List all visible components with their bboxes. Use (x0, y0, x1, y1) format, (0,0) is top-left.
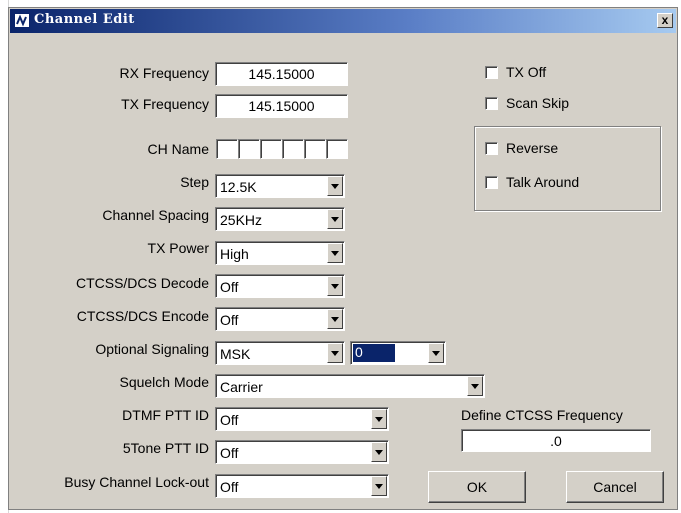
cancel-button[interactable]: Cancel (566, 471, 664, 503)
ch-name-char-3[interactable] (260, 139, 282, 159)
ch-name-char-4[interactable] (282, 139, 304, 159)
tx-off-checkbox[interactable] (485, 66, 498, 79)
reverse-talkaround-group (474, 126, 661, 211)
scan-skip-label: Scan Skip (506, 95, 570, 111)
tx-power-select[interactable]: High (215, 241, 345, 265)
dtmf-ptt-id-label: DTMF PTT ID (122, 407, 209, 423)
talk-around-label: Talk Around (506, 174, 580, 190)
step-select[interactable]: 12.5K (215, 174, 345, 198)
dropdown-arrow-icon[interactable] (371, 476, 387, 496)
title-bar[interactable]: Channel Edit x (10, 9, 676, 33)
ch-name-char-1[interactable] (216, 139, 238, 159)
optional-signaling-code-select[interactable]: 0 (350, 341, 446, 365)
dropdown-arrow-icon[interactable] (327, 243, 343, 263)
ctcss-encode-label: CTCSS/DCS Encode (76, 308, 209, 324)
dropdown-arrow-icon[interactable] (428, 343, 444, 363)
tx-frequency-label: TX Frequency (121, 96, 209, 112)
optional-signaling-select[interactable]: MSK (215, 341, 345, 365)
dropdown-arrow-icon[interactable] (371, 442, 387, 462)
squelch-mode-select[interactable]: Carrier (215, 374, 485, 398)
rx-frequency-input[interactable]: 145.15000 (215, 62, 348, 86)
dropdown-arrow-icon[interactable] (327, 309, 343, 329)
channel-icon (14, 13, 30, 28)
reverse-checkbox[interactable] (485, 142, 498, 155)
squelch-mode-label: Squelch Mode (119, 374, 209, 390)
talk-around-checkbox[interactable] (485, 176, 498, 189)
optional-signaling-label: Optional Signaling (95, 341, 209, 357)
busy-channel-lockout-label: Busy Channel Lock-out (64, 474, 209, 490)
dropdown-arrow-icon[interactable] (327, 343, 343, 363)
ch-name-char-6[interactable] (326, 139, 348, 159)
define-ctcss-input[interactable]: .0 (461, 429, 651, 452)
ctcss-decode-select[interactable]: Off (215, 274, 345, 298)
ctcss-decode-label: CTCSS/DCS Decode (75, 275, 209, 291)
ok-button[interactable]: OK (428, 471, 526, 503)
define-ctcss-label: Define CTCSS Frequency (461, 407, 623, 423)
dropdown-arrow-icon[interactable] (327, 176, 343, 196)
scan-skip-checkbox[interactable] (485, 97, 498, 110)
ctcss-encode-select[interactable]: Off (215, 307, 345, 331)
dtmf-ptt-id-select[interactable]: Off (215, 407, 389, 431)
window-title: Channel Edit (34, 12, 135, 27)
rx-frequency-label: RX Frequency (119, 65, 209, 81)
channel-spacing-label: Channel Spacing (102, 207, 209, 223)
ch-name-label: CH Name (147, 141, 209, 157)
reverse-label: Reverse (506, 140, 559, 156)
close-button[interactable]: x (657, 13, 673, 28)
fivetone-ptt-id-label: 5Tone PTT ID (122, 440, 209, 456)
fivetone-ptt-id-select[interactable]: Off (215, 440, 389, 464)
tx-power-label: TX Power (147, 240, 209, 256)
dropdown-arrow-icon[interactable] (371, 409, 387, 429)
dropdown-arrow-icon[interactable] (327, 209, 343, 229)
tx-frequency-input[interactable]: 145.15000 (215, 94, 348, 118)
tx-off-label: TX Off (506, 64, 547, 80)
channel-spacing-select[interactable]: 25KHz (215, 207, 345, 231)
dropdown-arrow-icon[interactable] (327, 276, 343, 296)
busy-channel-lockout-select[interactable]: Off (215, 474, 389, 498)
ch-name-char-5[interactable] (304, 139, 326, 159)
dropdown-arrow-icon[interactable] (467, 376, 483, 396)
channel-edit-dialog: Channel Edit x RX Frequency TX Frequency… (8, 7, 678, 510)
ch-name-char-2[interactable] (238, 139, 260, 159)
step-label: Step (180, 174, 209, 190)
